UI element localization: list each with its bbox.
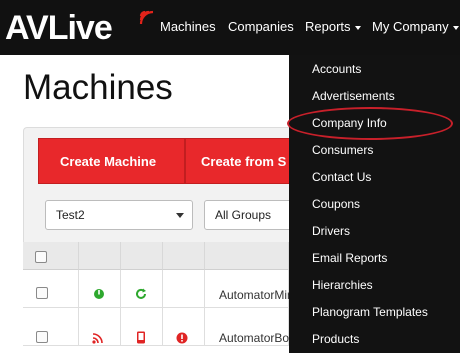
- logo-live-text: Live: [47, 8, 113, 47]
- power-icon: [94, 289, 104, 299]
- menu-item-consumers[interactable]: Consumers: [312, 143, 373, 157]
- nav-reports-label: Reports: [305, 19, 351, 34]
- menu-item-email-reports[interactable]: Email Reports: [312, 251, 387, 265]
- logo-av-text: AV: [5, 8, 49, 47]
- table-header-select: [23, 242, 79, 270]
- highlight-annotation-oval: [287, 107, 453, 140]
- table-header-col: [163, 242, 205, 270]
- row-checkbox[interactable]: [36, 331, 48, 343]
- menu-item-drivers[interactable]: Drivers: [312, 224, 350, 238]
- menu-item-hierarchies[interactable]: Hierarchies: [312, 278, 373, 292]
- menu-item-coupons[interactable]: Coupons: [312, 197, 360, 211]
- nav-companies[interactable]: Companies: [228, 19, 294, 34]
- nav-my-company-label: My Company: [372, 19, 449, 34]
- create-from-label: Create from S: [201, 153, 287, 169]
- logo-signal-icon: [139, 10, 154, 25]
- machine-name[interactable]: AutomatorMin: [219, 288, 289, 302]
- machine-name[interactable]: AutomatorBo: [219, 331, 289, 345]
- dropdown-arrow-icon: [176, 213, 184, 218]
- nav-reports[interactable]: Reports: [305, 19, 361, 34]
- company-select[interactable]: Test2: [45, 200, 193, 230]
- menu-item-planogram-templates[interactable]: Planogram Templates: [312, 305, 428, 319]
- table-header-col: [121, 242, 163, 270]
- table-row: [23, 270, 79, 308]
- create-from-button[interactable]: Create from S: [185, 138, 295, 184]
- signal-icon: [92, 333, 103, 344]
- logo-av: AV: [5, 8, 49, 48]
- menu-item-products[interactable]: Products: [312, 332, 359, 346]
- create-machine-button[interactable]: Create Machine: [38, 138, 185, 184]
- group-select-value: All Groups: [215, 208, 272, 222]
- row-checkbox[interactable]: [36, 287, 48, 299]
- caret-down-icon: [354, 25, 361, 30]
- create-machine-label: Create Machine: [60, 153, 157, 169]
- mobile-icon: [137, 331, 145, 344]
- group-select[interactable]: All Groups: [204, 200, 294, 230]
- company-select-value: Test2: [56, 208, 85, 222]
- menu-item-accounts[interactable]: Accounts: [312, 62, 361, 76]
- table-cell: [163, 270, 205, 308]
- caret-down-icon: [452, 25, 459, 30]
- table-header-col: [79, 242, 121, 270]
- menu-item-advertisements[interactable]: Advertisements: [312, 89, 395, 103]
- table-header-col: [205, 242, 289, 270]
- alert-icon: [176, 332, 188, 344]
- menu-item-contact-us[interactable]: Contact Us: [312, 170, 371, 184]
- table-row: [23, 308, 79, 346]
- nav-machines[interactable]: Machines: [160, 19, 216, 34]
- avlive-logo[interactable]: AV Live: [5, 8, 154, 48]
- nav-my-company[interactable]: My Company: [372, 19, 459, 34]
- select-all-checkbox[interactable]: [35, 251, 47, 263]
- refresh-icon: [136, 288, 146, 299]
- page-title: Machines: [23, 68, 173, 107]
